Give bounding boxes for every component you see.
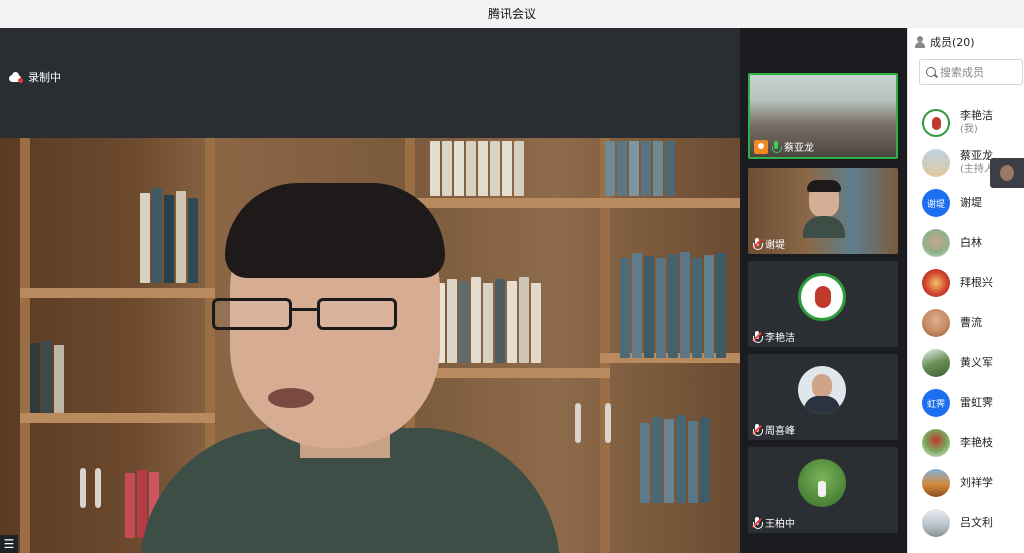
- thumbnail-tile[interactable]: 王柏中: [748, 447, 898, 533]
- member-name: 蔡亚龙: [960, 149, 993, 162]
- participant-thumbnails: 蔡亚龙 谢堤 李艳洁 周喜峰 王柏中: [740, 28, 907, 553]
- mic-on-icon: [771, 140, 782, 153]
- thumbnail-tile[interactable]: 谢堤: [748, 168, 898, 254]
- avatar: [922, 309, 950, 337]
- search-icon: [926, 67, 936, 77]
- avatar: [922, 509, 950, 537]
- member-item[interactable]: 吕文利: [922, 506, 1022, 540]
- thumbnail-tile[interactable]: 周喜峰: [748, 354, 898, 440]
- member-name: 黄义军: [960, 356, 993, 369]
- member-name: 曹流: [960, 316, 982, 329]
- avatar: [922, 349, 950, 377]
- window-title: 腾讯会议: [0, 0, 1024, 28]
- member-name: 李艳枝: [960, 436, 993, 449]
- main-video-stage: 录制中 ☰: [0, 28, 740, 553]
- member-item[interactable]: 虹霁 雷虹霁: [922, 386, 1022, 420]
- speaker-person: [140, 178, 560, 553]
- mic-muted-icon: [752, 516, 763, 529]
- members-header: 成员(20): [914, 34, 975, 50]
- avatar: 虹霁: [922, 389, 950, 417]
- member-item[interactable]: 刘祥学: [922, 466, 1022, 500]
- speaker-video: [0, 138, 740, 553]
- avatar: [798, 273, 846, 321]
- avatar: [922, 429, 950, 457]
- avatar: [922, 229, 950, 257]
- mic-muted-icon: [752, 330, 763, 343]
- user-icon: [914, 36, 926, 48]
- avatar: [798, 366, 846, 414]
- member-item[interactable]: 黄义军: [922, 346, 1022, 380]
- member-item[interactable]: 拜根兴: [922, 266, 1022, 300]
- avatar: [922, 149, 950, 177]
- thumbnail-name: 蔡亚龙: [784, 143, 814, 154]
- members-count-label: 成员(20): [930, 36, 975, 49]
- thumbnail-name: 周喜峰: [765, 426, 795, 437]
- menu-icon[interactable]: ☰: [0, 535, 18, 553]
- member-name: 白林: [960, 236, 982, 249]
- floating-self-view[interactable]: [990, 158, 1024, 188]
- mic-muted-icon: [752, 423, 763, 436]
- host-icon: [754, 139, 768, 154]
- member-item[interactable]: 李艳枝: [922, 426, 1022, 460]
- member-name: 李艳洁: [960, 109, 993, 122]
- thumbnail-name: 王柏中: [765, 519, 795, 530]
- avatar: [922, 269, 950, 297]
- avatar: [798, 459, 846, 507]
- member-name: 吕文利: [960, 516, 993, 529]
- member-item[interactable]: 曹流: [922, 306, 1022, 340]
- avatar: [922, 109, 950, 137]
- mic-muted-icon: [752, 237, 763, 250]
- member-search[interactable]: [919, 59, 1023, 85]
- member-name: 刘祥学: [960, 476, 993, 489]
- stage-header: 录制中: [0, 28, 740, 138]
- member-item[interactable]: 李艳洁 (我): [922, 106, 1022, 140]
- member-item[interactable]: 白林: [922, 226, 1022, 260]
- thumbnail-name: 李艳洁: [765, 333, 795, 344]
- cloud-record-icon: [8, 72, 23, 83]
- recording-indicator[interactable]: 录制中: [8, 69, 61, 85]
- member-name: 拜根兴: [960, 276, 993, 289]
- member-role: (我): [960, 124, 978, 135]
- member-item[interactable]: 谢堤 谢堤: [922, 186, 1022, 220]
- member-name: 谢堤: [960, 196, 982, 209]
- thumbnail-tile[interactable]: 蔡亚龙: [748, 73, 898, 159]
- thumbnail-tile[interactable]: 李艳洁: [748, 261, 898, 347]
- thumbnail-name: 谢堤: [765, 240, 785, 251]
- search-input[interactable]: [940, 65, 1010, 79]
- avatar: [922, 469, 950, 497]
- recording-label: 录制中: [28, 71, 61, 84]
- member-name: 雷虹霁: [960, 396, 993, 409]
- avatar: 谢堤: [922, 189, 950, 217]
- members-panel: 成员(20) 李艳洁(我) 蔡亚龙(主持人) 谢堤 谢堤 白林 拜根兴 曹流 黄…: [907, 28, 1024, 553]
- glasses: [212, 298, 397, 330]
